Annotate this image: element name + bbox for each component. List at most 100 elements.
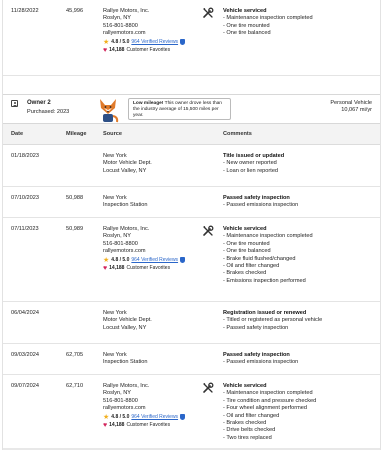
source-phone[interactable]: 516-801-8800 xyxy=(103,398,198,405)
low-mileage-callout: Low mileage! This owner drove less than … xyxy=(128,98,231,120)
comment-line: - Drive belts checked xyxy=(223,427,276,434)
favorites-label: Customer Favorites xyxy=(126,264,171,271)
wrench-screwdriver-icon xyxy=(202,382,216,397)
record-source: New York Motor Vehicle Dept. Locust Vall… xyxy=(103,153,198,175)
record-comments: Title issued or updated - New owner repo… xyxy=(223,153,378,175)
record-date: 07/10/2023 xyxy=(11,195,39,201)
comment-line: - Oil and filter changed xyxy=(223,412,280,419)
column-comments: Comments xyxy=(223,131,252,137)
comment-heading: Vehicle serviced xyxy=(223,383,267,389)
source-website[interactable]: rallyemotors.com xyxy=(103,248,198,255)
comment-heading: Passed safety inspection xyxy=(223,352,290,358)
record-mileage: 50,988 xyxy=(66,195,84,201)
history-row: 11/28/2022 45,996 Rallye Motors, Inc. Ro… xyxy=(3,0,380,76)
comment-line: - Passed safety inspection xyxy=(223,324,289,331)
callout-highlight: Low mileage! xyxy=(133,101,164,106)
source-name: Rallye Motors, Inc. xyxy=(103,226,150,232)
comment-line: - Passed emissions inspection xyxy=(223,359,299,366)
comment-heading: Registration issued or renewed xyxy=(223,310,307,316)
rating-score: 4.8 / 5.0 xyxy=(111,38,130,45)
record-date: 06/04/2024 xyxy=(11,310,39,316)
record-mileage: 62,710 xyxy=(66,383,84,389)
source-website[interactable]: rallyemotors.com xyxy=(103,30,198,37)
comment-heading: Vehicle serviced xyxy=(223,226,267,232)
column-mileage: Mileage xyxy=(66,131,87,137)
comment-line: - One tire balanced xyxy=(223,30,271,37)
verified-shield-icon xyxy=(180,257,186,263)
comment-line: - New owner reported xyxy=(223,160,277,167)
record-date: 01/18/2023 xyxy=(11,153,39,159)
comment-line: - Brakes checked xyxy=(223,419,267,426)
record-mileage: 62,705 xyxy=(66,352,84,358)
source-phone[interactable]: 516-801-8800 xyxy=(103,23,198,30)
favorites-count: 14,188 xyxy=(109,46,125,53)
wrench-screwdriver-icon xyxy=(202,225,216,240)
record-source: New York Inspection Station xyxy=(103,195,198,210)
favorites-count: 14,188 xyxy=(109,264,125,271)
record-source: Rallye Motors, Inc. Roslyn, NY 516-801-8… xyxy=(103,8,198,54)
record-date: 09/03/2024 xyxy=(11,352,39,358)
record-source: New York Inspection Station xyxy=(103,352,198,367)
owner-info: Owner 2 Purchased: 2023 xyxy=(11,100,69,116)
dealer-rating: ★ 4.8 / 5.0 964 Verified Reviews xyxy=(103,414,198,421)
table-header: Date Mileage Source Comments xyxy=(3,124,380,145)
source-location: Roslyn, NY xyxy=(103,15,131,22)
verified-reviews-link[interactable]: 964 Verified Reviews xyxy=(131,257,178,264)
owner-purchased: Purchased: 2023 xyxy=(27,108,70,115)
record-comments: Vehicle serviced - Maintenance inspectio… xyxy=(223,8,378,38)
source-line: Locust Valley, NY xyxy=(103,324,147,331)
history-row: 09/03/2024 62,705 New York Inspection St… xyxy=(3,344,380,375)
history-row: 06/04/2024 New York Motor Vehicle Dept. … xyxy=(3,302,380,344)
comment-line: - Brakes checked xyxy=(223,270,267,277)
record-date: 11/28/2022 xyxy=(11,8,39,14)
verified-reviews-link[interactable]: 964 Verified Reviews xyxy=(131,414,178,421)
comment-line: - Maintenance inspection completed xyxy=(223,15,313,22)
record-mileage: 50,989 xyxy=(66,226,84,232)
record-comments: Registration issued or renewed - Titled … xyxy=(223,310,378,332)
favorites-label: Customer Favorites xyxy=(126,421,171,428)
history-row: 01/18/2023 New York Motor Vehicle Dept. … xyxy=(3,145,380,187)
record-source: Rallye Motors, Inc. Roslyn, NY 516-801-8… xyxy=(103,226,198,272)
record-comments: Vehicle serviced - Maintenance inspectio… xyxy=(223,226,378,285)
heart-icon: ♥ xyxy=(103,264,108,272)
record-comments: Vehicle serviced - Maintenance inspectio… xyxy=(223,383,378,442)
record-comments: Passed safety inspection - Passed emissi… xyxy=(223,352,378,367)
record-comments: Passed safety inspection - Passed emissi… xyxy=(223,195,378,210)
source-location: Roslyn, NY xyxy=(103,233,131,240)
verified-shield-icon xyxy=(180,39,186,45)
comment-line: - Brake fluid flushed/changed xyxy=(223,255,296,262)
source-phone[interactable]: 516-801-8800 xyxy=(103,241,198,248)
history-panel: 11/28/2022 45,996 Rallye Motors, Inc. Ro… xyxy=(2,0,381,450)
comment-line: - Loan or lien reported xyxy=(223,167,279,174)
record-source: New York Motor Vehicle Dept. Locust Vall… xyxy=(103,310,198,332)
owner-header: Owner 2 Purchased: 2023 Low mileage! Thi… xyxy=(3,94,380,124)
comment-line: - One tire mounted xyxy=(223,22,270,29)
comment-line: - Two tires replaced xyxy=(223,434,272,441)
comment-line: - One tire mounted xyxy=(223,240,270,247)
comment-line: - Four wheel alignment performed xyxy=(223,405,307,412)
source-line: Inspection Station xyxy=(103,359,148,366)
comment-line: - Titled or registered as personal vehic… xyxy=(223,317,323,324)
source-line: Motor Vehicle Dept. xyxy=(103,160,152,167)
source-line: Locust Valley, NY xyxy=(103,167,147,174)
verified-reviews-link[interactable]: 964 Verified Reviews xyxy=(131,39,178,46)
rating-score: 4.8 / 5.0 xyxy=(111,413,130,420)
comment-line: - Oil and filter changed xyxy=(223,262,280,269)
source-line: Inspection Station xyxy=(103,202,148,209)
owner-title: Owner 2 xyxy=(27,100,51,106)
favorites-count: 14,188 xyxy=(109,421,125,428)
source-website[interactable]: rallyemotors.com xyxy=(103,405,198,412)
dealer-rating: ★ 4.8 / 5.0 964 Verified Reviews xyxy=(103,39,198,46)
comment-line: - One tire balanced xyxy=(223,248,271,255)
source-line: New York xyxy=(103,195,127,201)
history-row: 07/10/2023 50,988 New York Inspection St… xyxy=(3,187,380,218)
history-row: 07/11/2023 50,989 Rallye Motors, Inc. Ro… xyxy=(3,218,380,302)
column-date: Date xyxy=(11,131,24,137)
source-name: Rallye Motors, Inc. xyxy=(103,383,150,389)
verified-shield-icon xyxy=(180,414,186,420)
person-icon xyxy=(11,100,18,108)
column-source: Source xyxy=(103,131,122,137)
record-date: 09/07/2024 xyxy=(11,383,39,389)
rating-score: 4.8 / 5.0 xyxy=(111,256,130,263)
comment-line: - Emissions inspection performed xyxy=(223,277,306,284)
